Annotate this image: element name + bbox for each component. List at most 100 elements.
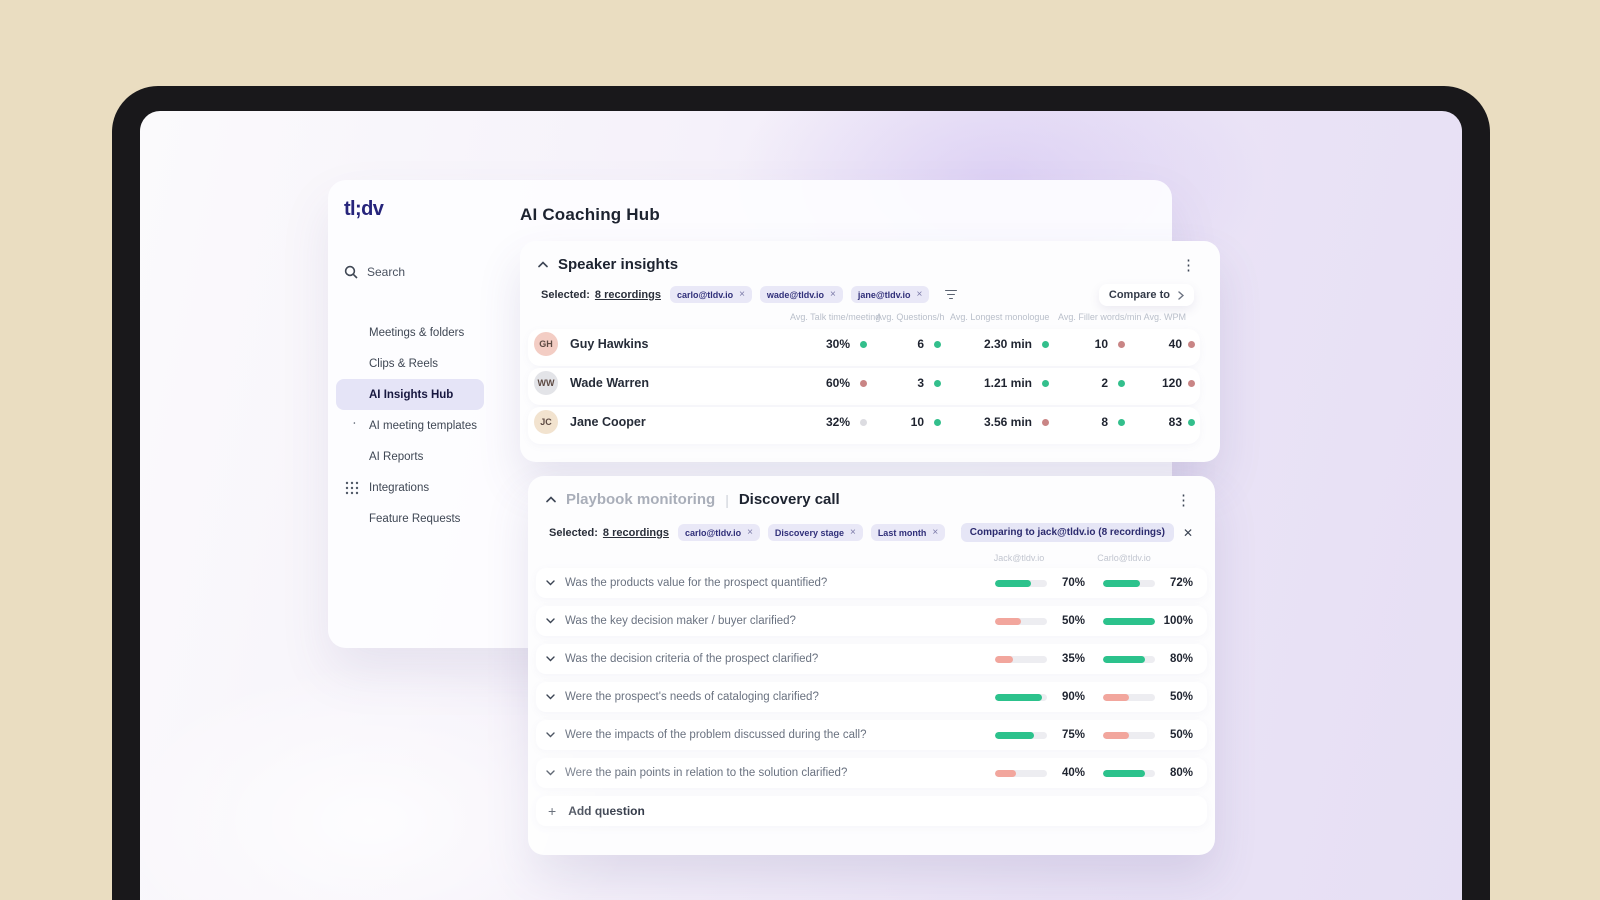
playbook-title: Discovery call: [738, 491, 840, 508]
progress-percent: 72%: [1169, 577, 1193, 589]
progress-percent: 50%: [1061, 615, 1085, 627]
search-button[interactable]: Search: [344, 265, 405, 279]
sidebar-item-label: Meetings & folders: [369, 326, 465, 339]
question-row[interactable]: Was the products value for the prospect …: [536, 568, 1207, 598]
collapse-chevron-up-icon[interactable]: [546, 496, 556, 503]
sidebar-item-feature-requests[interactable]: Feature Requests: [336, 503, 484, 534]
add-question-button[interactable]: + Add question: [536, 796, 1207, 826]
comparing-chip[interactable]: Comparing to jack@tldv.io (8 recordings): [960, 523, 1174, 542]
selected-label: Selected:: [549, 526, 598, 539]
compare-column-right: Carlo@tldv.io: [1097, 553, 1151, 563]
column-header: Avg. Questions/h: [876, 312, 945, 322]
close-icon[interactable]: ×: [917, 289, 923, 300]
chevron-down-icon[interactable]: [546, 656, 555, 662]
status-dot-green: [1041, 340, 1049, 348]
stage: tl;dv Search Meetings & folders Clips & R…: [0, 0, 1600, 900]
question-metrics: 75% 50%: [995, 729, 1207, 741]
filter-chip[interactable]: carlo@tldv.io ×: [677, 524, 760, 541]
question-text: Was the key decision maker / buyer clari…: [565, 615, 796, 627]
collapse-chevron-up-icon[interactable]: [538, 261, 548, 268]
progress-fill-green: [1103, 617, 1155, 625]
table-row[interactable]: GH Guy Hawkins 30% 6 2.30 min 10 40: [528, 329, 1200, 366]
status-dot-green: [1187, 418, 1195, 426]
sidebar-item-label: AI meeting templates: [369, 419, 478, 432]
kebab-menu-icon[interactable]: ⋮: [1177, 254, 1200, 277]
clapperboard-icon: [344, 356, 360, 372]
close-icon[interactable]: ×: [739, 289, 745, 300]
progress-fill-pink: [995, 769, 1016, 777]
filter-chip[interactable]: Last month ×: [870, 524, 946, 541]
question-row[interactable]: Were the pain points in relation to the …: [536, 758, 1207, 788]
status-dot-red: [859, 379, 867, 387]
compare-to-button[interactable]: Compare to: [1098, 284, 1194, 306]
filter-chip-label: jane@tldv.io: [857, 289, 911, 300]
question-row[interactable]: Were the prospect's needs of cataloging …: [536, 682, 1207, 712]
chevron-down-icon[interactable]: [546, 770, 555, 776]
filter-chip[interactable]: carlo@tldv.io ×: [669, 286, 752, 303]
chevron-down-icon[interactable]: [546, 732, 555, 738]
speaker-table: GH Guy Hawkins 30% 6 2.30 min 10 40 WW Wade Warr…: [528, 329, 1200, 444]
speaker-filter-chips: carlo@tldv.io × wade@tldv.io × jane@tldv.io ×: [669, 286, 930, 303]
metric-value: 8: [1101, 415, 1108, 430]
column-header: Avg. WPM: [1143, 312, 1186, 322]
sidebar-item-integrations[interactable]: Integrations: [336, 472, 484, 503]
column-header: Avg. Talk time/meeting: [790, 312, 881, 322]
sidebar-item-clips-reels[interactable]: Clips & Reels: [336, 348, 484, 379]
sidebar-item-meetings-folders[interactable]: Meetings & folders: [336, 317, 484, 348]
close-icon[interactable]: ×: [830, 289, 836, 300]
speaker-name: Guy Hawkins: [570, 337, 649, 352]
filter-chip[interactable]: wade@tldv.io ×: [759, 286, 843, 303]
column-header: Avg. Longest monologue: [950, 312, 1050, 322]
sidebar-item-ai-meeting-templates[interactable]: AI meeting templates: [336, 410, 484, 441]
table-row[interactable]: WW Wade Warren 60% 3 1.21 min 2 120: [528, 368, 1200, 405]
sidebar-item-ai-insights-hub[interactable]: AI Insights Hub: [336, 379, 484, 410]
status-dot-green: [1117, 418, 1125, 426]
chevron-down-icon[interactable]: [546, 694, 555, 700]
progress-percent: 100%: [1163, 615, 1193, 627]
progress-percent: 90%: [1061, 691, 1085, 703]
speaker-name: Wade Warren: [570, 376, 649, 391]
progress-percent: 50%: [1169, 691, 1193, 703]
close-icon[interactable]: ×: [850, 527, 856, 538]
chevron-down-icon[interactable]: [546, 618, 555, 624]
close-icon[interactable]: ×: [747, 527, 753, 538]
question-metrics: 70% 72%: [995, 577, 1207, 589]
sidebar-item-ai-reports[interactable]: AI Reports: [336, 441, 484, 472]
compare-column-left: Jack@tldv.io: [993, 553, 1045, 563]
progress-bar: [1103, 769, 1155, 777]
progress-fill-green: [995, 579, 1032, 587]
progress-fill-green: [1103, 579, 1141, 587]
sidebar-item-label: AI Insights Hub: [369, 388, 454, 401]
status-dot-green: [933, 340, 941, 348]
progress-fill-green: [995, 693, 1042, 701]
metric-value: 60%: [825, 376, 850, 391]
progress-bar: [995, 579, 1047, 587]
video-camera-icon: [344, 325, 360, 341]
question-row[interactable]: Was the key decision maker / buyer clari…: [536, 606, 1207, 636]
filter-chip[interactable]: jane@tldv.io ×: [850, 286, 930, 303]
lightbulb-icon: [344, 511, 360, 527]
progress-bar: [1103, 655, 1155, 663]
selected-recordings-link[interactable]: 8 recordings: [595, 289, 661, 301]
filter-chip[interactable]: Discovery stage ×: [767, 524, 863, 541]
metric-value: 6: [917, 337, 924, 352]
sidebar-item-label: Integrations: [369, 481, 430, 494]
metric-value: 2.30 min: [983, 337, 1032, 352]
status-dot-green: [933, 379, 941, 387]
close-icon[interactable]: ✕: [1183, 526, 1193, 540]
chevron-down-icon[interactable]: [546, 580, 555, 586]
question-row[interactable]: Were the impacts of the problem discusse…: [536, 720, 1207, 750]
progress-bar: [995, 693, 1047, 701]
question-row[interactable]: Was the decision criteria of the prospec…: [536, 644, 1207, 674]
table-row[interactable]: JC Jane Cooper 32% 10 3.56 min 8 83: [528, 407, 1200, 444]
kebab-menu-icon[interactable]: ⋮: [1172, 489, 1195, 512]
progress-bar: [995, 769, 1047, 777]
selected-recordings-link[interactable]: 8 recordings: [603, 527, 669, 539]
question-text: Were the prospect's needs of cataloging …: [565, 691, 819, 703]
close-icon[interactable]: ×: [932, 527, 938, 538]
status-dot-green: [933, 418, 941, 426]
sidebar-item-label: Feature Requests: [369, 512, 461, 525]
speaker-insights-title: Speaker insights: [558, 256, 679, 273]
avatar: JC: [534, 410, 558, 435]
filter-icon[interactable]: [942, 287, 960, 303]
